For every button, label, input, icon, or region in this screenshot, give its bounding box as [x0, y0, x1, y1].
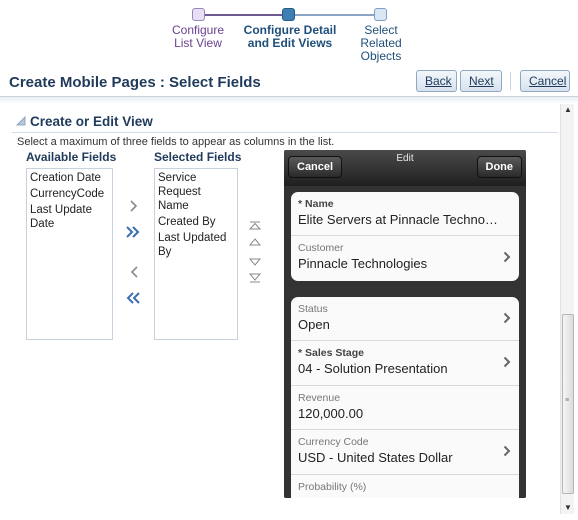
move-left-icon[interactable] — [125, 264, 143, 280]
chevron-right-icon — [503, 312, 511, 324]
next-button[interactable]: Next — [460, 70, 502, 92]
list-option[interactable]: Created By — [158, 215, 234, 229]
field-value: USD - United States Dollar — [298, 450, 453, 465]
available-fields-label: Available Fields — [26, 150, 117, 164]
move-right-icon[interactable] — [125, 198, 143, 214]
field-label: Status — [298, 303, 328, 315]
section-divider — [12, 132, 558, 133]
train-label-configure-list-view[interactable]: Configure List View — [168, 24, 228, 50]
mobile-preview: Edit Cancel Done * Name Elite Servers at… — [284, 150, 526, 498]
field-label: Revenue — [298, 392, 341, 404]
toolbar-separator — [510, 72, 511, 90]
move-all-right-icon[interactable] — [124, 224, 142, 240]
scroll-up-arrow-icon[interactable]: ▲ — [561, 104, 575, 116]
field-label: Customer — [298, 242, 344, 254]
field-label: * Name — [298, 198, 334, 210]
chevron-right-icon — [503, 356, 511, 368]
train-stop-select-related[interactable] — [374, 8, 387, 21]
train-connector — [204, 14, 284, 16]
mobile-card: * Name Elite Servers at Pinnacle Technol… — [291, 192, 519, 281]
available-fields-list[interactable]: Creation Date CurrencyCode Last Update D… — [26, 168, 113, 340]
train-label-line: Objects — [360, 49, 402, 63]
mobile-field-row[interactable]: * Name Elite Servers at Pinnacle Technol… — [291, 192, 519, 236]
mobile-field-row[interactable]: * Sales Stage 04 - Solution Presentation — [291, 341, 519, 386]
field-value: Pinnacle Technologies — [298, 256, 428, 271]
cancel-button[interactable]: Cancel — [520, 70, 570, 92]
train-label-select-related[interactable]: Select Related Objects — [351, 24, 411, 63]
vertical-scrollbar[interactable]: ▲ ≡ ▼ — [560, 104, 574, 514]
list-option[interactable]: Last Update Date — [30, 203, 109, 231]
scrollbar-thumb[interactable]: ≡ — [562, 314, 574, 494]
mobile-field-row[interactable]: Customer Pinnacle Technologies — [291, 236, 519, 281]
back-button[interactable]: Back — [416, 70, 457, 92]
mobile-done-button[interactable]: Done — [476, 156, 522, 178]
field-label: * Sales Stage — [298, 347, 364, 359]
mobile-cancel-button[interactable]: Cancel — [288, 156, 343, 178]
cancel-button-label: Cancel — [529, 74, 567, 88]
header-divider — [0, 96, 578, 104]
list-option[interactable]: Last Updated By — [158, 231, 234, 259]
field-value: 120,000.00 — [298, 406, 364, 421]
move-down-icon[interactable] — [248, 256, 262, 268]
field-label-text: Name — [305, 198, 334, 210]
move-bottom-icon[interactable] — [248, 272, 262, 284]
field-value: 04 - Solution Presentation — [298, 361, 448, 376]
field-value: Open — [298, 317, 330, 332]
list-option[interactable]: CurrencyCode — [30, 187, 109, 201]
field-label-text: Sales Stage — [305, 347, 364, 359]
train-label-configure-detail: Configure Detail and Edit Views — [238, 24, 342, 50]
wizard-train: Configure List View Configure Detail and… — [0, 0, 578, 70]
mobile-field-row[interactable]: Revenue 120,000.00 — [291, 386, 519, 430]
mobile-card: Status Open * Sales Stage 04 - Solution … — [291, 297, 519, 498]
move-top-icon[interactable] — [248, 220, 262, 232]
section-title: Create or Edit View — [30, 114, 153, 129]
collapse-triangle-icon[interactable] — [16, 116, 26, 126]
next-button-label: Next — [469, 74, 494, 88]
mobile-nav-bar: Edit Cancel Done — [284, 150, 526, 186]
train-connector — [294, 14, 374, 16]
mobile-body: * Name Elite Servers at Pinnacle Technol… — [284, 186, 526, 498]
selected-fields-list[interactable]: Service Request Name Created By Last Upd… — [154, 168, 238, 340]
mobile-field-row[interactable]: Status Open — [291, 297, 519, 341]
train-stop-configure-list-view[interactable] — [192, 8, 205, 21]
train-label-line: and Edit Views — [247, 36, 333, 50]
train-label-line: List View — [174, 36, 222, 50]
train-stop-configure-detail — [282, 8, 295, 21]
list-option[interactable]: Service Request Name — [158, 171, 234, 213]
chevron-right-icon — [503, 251, 511, 263]
mobile-field-row[interactable]: Probability (%) — [291, 475, 519, 498]
field-label: Probability (%) — [298, 481, 367, 493]
move-up-icon[interactable] — [248, 236, 262, 248]
mobile-field-row[interactable]: Currency Code USD - United States Dollar — [291, 430, 519, 475]
list-option[interactable]: Creation Date — [30, 171, 109, 185]
selected-fields-label: Selected Fields — [154, 150, 242, 164]
chevron-right-icon — [503, 445, 511, 457]
field-label: Currency Code — [298, 436, 369, 448]
page-title: Create Mobile Pages : Select Fields — [9, 74, 261, 91]
field-value: Elite Servers at Pinnacle Technolo... — [298, 212, 498, 227]
back-button-label: Back — [425, 74, 452, 88]
grip-icon: ≡ — [565, 397, 570, 404]
move-all-left-icon[interactable] — [124, 290, 142, 306]
scroll-down-arrow-icon[interactable]: ▼ — [561, 502, 575, 514]
instruction-text: Select a maximum of three fields to appe… — [17, 136, 335, 148]
